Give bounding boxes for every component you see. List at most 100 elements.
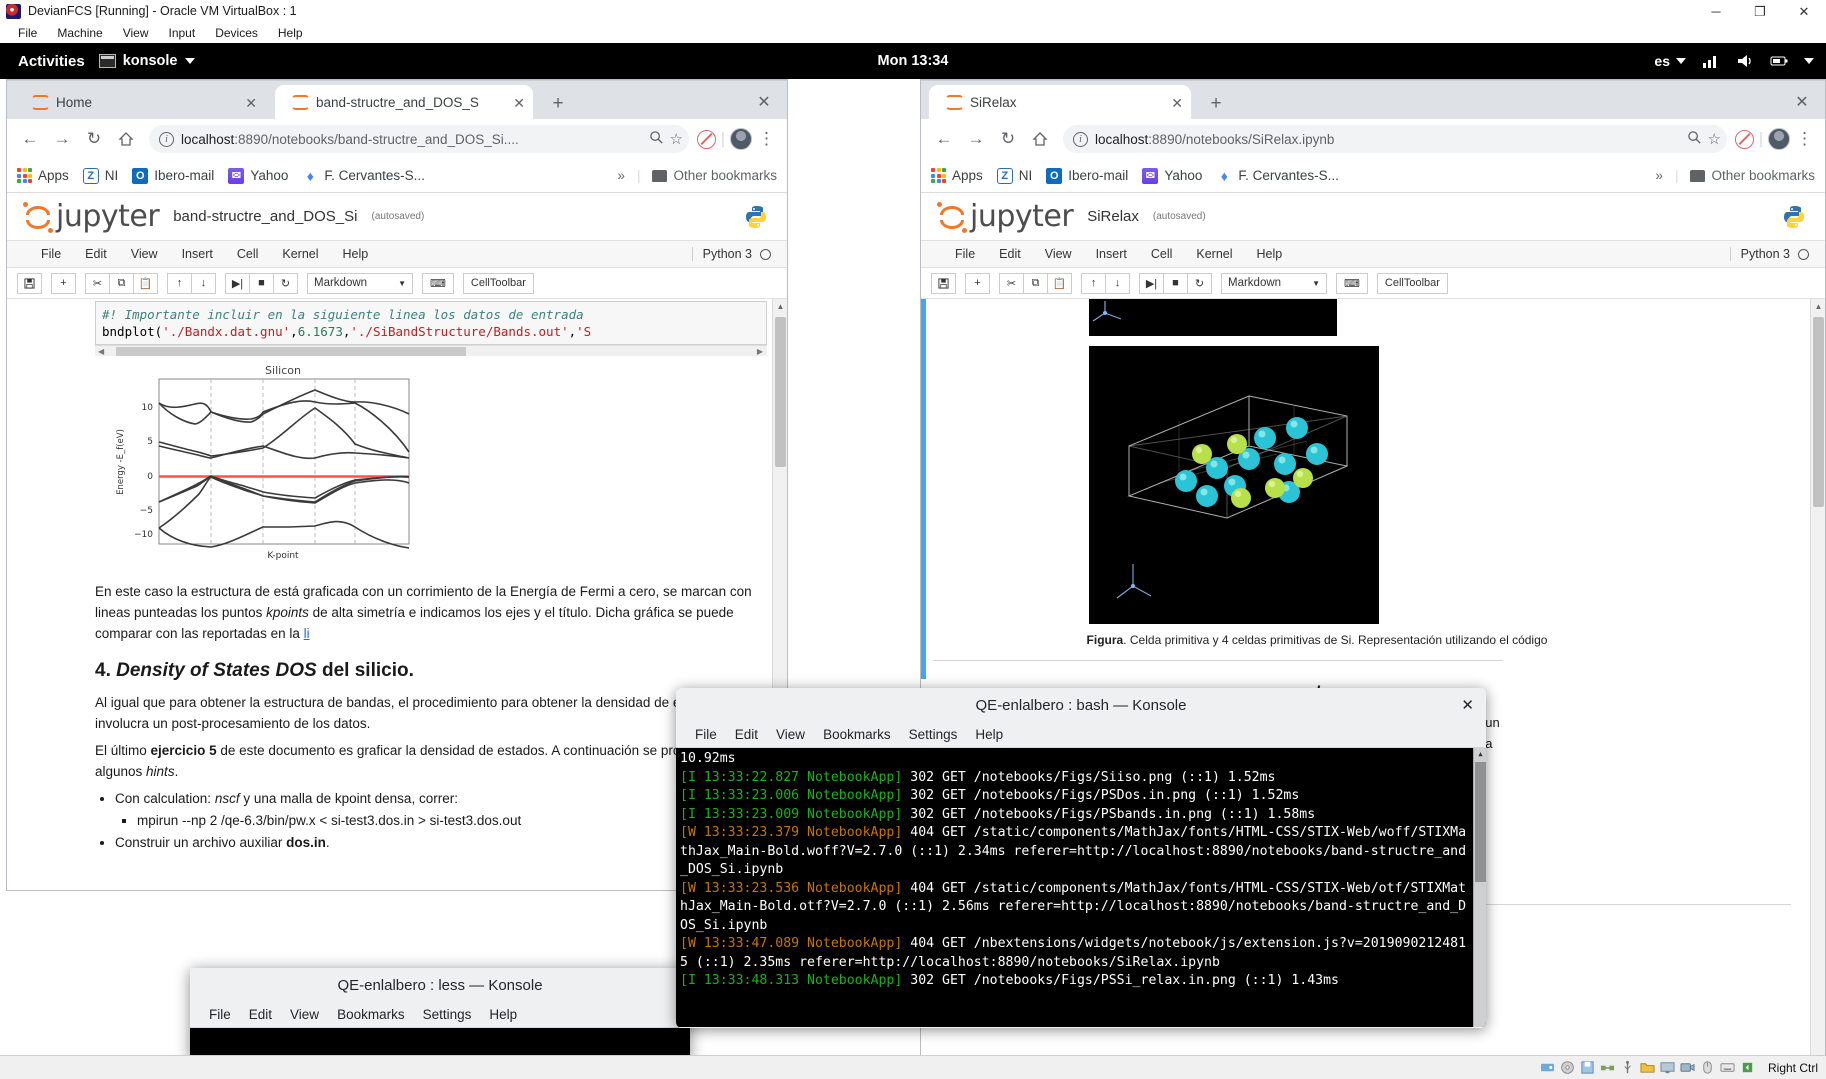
address-bar-left[interactable]: i localhost:8890/notebooks/band-structre… [149,125,689,153]
run-cell-button[interactable]: ▶| [1139,272,1164,294]
bookmark-ibero-mail[interactable]: O Ibero-mail [1046,167,1128,184]
block-icon[interactable] [697,129,716,149]
k-menu-help[interactable]: Help [966,727,1012,742]
jup-menu-view[interactable]: View [1033,247,1084,261]
bookmark-star-icon[interactable]: ☆ [670,130,683,148]
jup-menu-cell[interactable]: Cell [225,247,271,261]
k-menu-bookmarks[interactable]: Bookmarks [328,1007,414,1022]
kernel-indicator[interactable]: Python 3 [1729,247,1809,261]
tab-band-structure[interactable]: band-structre_and_DOS_S ✕ [275,85,533,120]
konsole-terminal-front[interactable]: 10.92ms [I 13:33:22.827 NotebookApp] 302 … [676,748,1486,1027]
stop-kernel-button[interactable]: ■ [249,272,274,294]
tab-home[interactable]: Home ✕ [15,85,265,120]
jup-menu-file[interactable]: File [943,247,987,261]
k-menu-help[interactable]: Help [480,1007,526,1022]
restart-kernel-button[interactable]: ↻ [1187,272,1212,294]
back-icon[interactable]: ← [929,124,959,154]
jup-menu-help[interactable]: Help [1245,247,1295,261]
reload-icon[interactable]: ↻ [79,124,109,154]
markdown-cell-1[interactable]: En este caso la estructura de está grafi… [7,581,787,854]
notebook-scrollbar-right[interactable]: ▲ ▼ [1810,299,1825,1058]
vbox-menu-input[interactable]: Input [159,26,206,40]
bookmark-f-cervantes[interactable]: ♦ F. Cervantes-S... [302,168,425,184]
terminal-scrollbar[interactable]: ▲ [1473,748,1486,1027]
bookmark-apps[interactable]: Apps [931,168,983,183]
browser-window-close-button[interactable]: ✕ [751,89,777,115]
maximize-button[interactable]: ❐ [1738,0,1782,23]
scrollbar-thumb[interactable] [775,317,786,467]
bookmark-f-cervantes[interactable]: ♦ F. Cervantes-S... [1216,168,1339,184]
scrollbar-thumb[interactable] [1813,317,1824,507]
save-button[interactable] [931,272,956,294]
tab-sirelax[interactable]: SiRelax ✕ [929,85,1191,120]
run-cell-button[interactable]: ▶| [225,272,250,294]
other-bookmarks[interactable]: Other bookmarks [1690,168,1815,183]
bookmark-ni[interactable]: Z NI [82,167,118,184]
new-tab-button[interactable]: + [1203,91,1229,117]
celltoolbar-button[interactable]: CellToolbar [462,272,534,294]
vbox-menu-view[interactable]: View [113,26,159,40]
cut-button[interactable]: ✂ [85,272,110,294]
move-up-button[interactable]: ↑ [167,272,192,294]
scroll-left-icon[interactable]: ◀ [98,347,104,356]
paste-button[interactable]: 📋 [1047,272,1072,294]
chevron-down-icon[interactable] [1804,58,1814,64]
site-info-icon[interactable]: i [159,131,174,147]
overflow-chevron-icon[interactable]: » [617,168,625,183]
scrollbar-thumb[interactable] [1475,762,1486,882]
vbox-menu-file[interactable]: File [8,26,47,40]
jup-menu-cell[interactable]: Cell [1139,247,1185,261]
chrome-menu-icon[interactable]: ⋮ [1792,129,1817,149]
jup-menu-insert[interactable]: Insert [170,247,225,261]
vbox-menu-machine[interactable]: Machine [47,26,112,40]
tab-close-icon[interactable]: ✕ [1159,96,1183,110]
konsole-window-back[interactable]: QE-enlalbero : less — Konsole File Edit … [190,968,690,1063]
overflow-chevron-icon[interactable]: » [1655,168,1663,183]
scroll-up-icon[interactable]: ▲ [1811,299,1825,313]
search-icon[interactable] [649,130,664,149]
move-down-button[interactable]: ↓ [1105,272,1130,294]
jup-menu-kernel[interactable]: Kernel [270,247,330,261]
jup-menu-help[interactable]: Help [331,247,381,261]
k-menu-file[interactable]: File [686,727,726,742]
forward-icon[interactable]: → [961,124,991,154]
jupyter-logo[interactable]: jupyter [23,199,160,234]
site-info-icon[interactable]: i [1073,131,1088,147]
restart-kernel-button[interactable]: ↻ [273,272,298,294]
k-menu-bookmarks[interactable]: Bookmarks [814,727,900,742]
k-menu-edit[interactable]: Edit [240,1007,281,1022]
home-icon[interactable] [1025,124,1055,154]
cell-type-select[interactable]: Markdown ▼ [307,272,413,294]
move-up-button[interactable]: ↑ [1081,272,1106,294]
jup-menu-insert[interactable]: Insert [1084,247,1139,261]
bookmark-ibero-mail[interactable]: O Ibero-mail [132,167,214,184]
command-palette-button[interactable]: ⌨ [422,272,454,294]
forward-icon[interactable]: → [47,124,77,154]
bookmark-star-icon[interactable]: ☆ [1708,130,1721,148]
command-palette-button[interactable]: ⌨ [1336,272,1368,294]
k-menu-view[interactable]: View [767,727,814,742]
scroll-right-icon[interactable]: ▶ [757,347,763,356]
kernel-indicator[interactable]: Python 3 [691,247,771,261]
browser-window-close-button[interactable]: ✕ [1789,89,1815,115]
reload-icon[interactable]: ↻ [993,124,1023,154]
tab-close-icon[interactable]: ✕ [501,96,525,110]
new-tab-button[interactable]: + [545,91,571,117]
keyboard-layout-indicator[interactable]: es [1654,53,1686,69]
paste-button[interactable]: 📋 [133,272,158,294]
chrome-menu-icon[interactable]: ⋮ [754,129,779,149]
bookmarks-overflow[interactable]: » | Other bookmarks [1655,168,1815,183]
celltoolbar-button[interactable]: CellToolbar [1376,272,1448,294]
block-icon[interactable] [1735,129,1754,149]
bookmark-ni[interactable]: Z NI [996,167,1032,184]
cell-type-select[interactable]: Markdown ▼ [1221,272,1327,294]
address-bar-right[interactable]: i localhost:8890/notebooks/SiRelax.ipynb… [1063,125,1727,153]
copy-button[interactable]: ⧉ [109,272,134,294]
tab-close-icon[interactable]: ✕ [233,96,257,110]
k-menu-file[interactable]: File [200,1007,240,1022]
home-icon[interactable] [111,124,141,154]
clock[interactable]: Mon 13:34 [0,53,1826,69]
konsole-window-front[interactable]: QE-enlalbero : bash — Konsole ✕ File Edi… [676,688,1486,1028]
scroll-up-icon[interactable]: ▲ [773,299,787,313]
k-menu-view[interactable]: View [281,1007,328,1022]
